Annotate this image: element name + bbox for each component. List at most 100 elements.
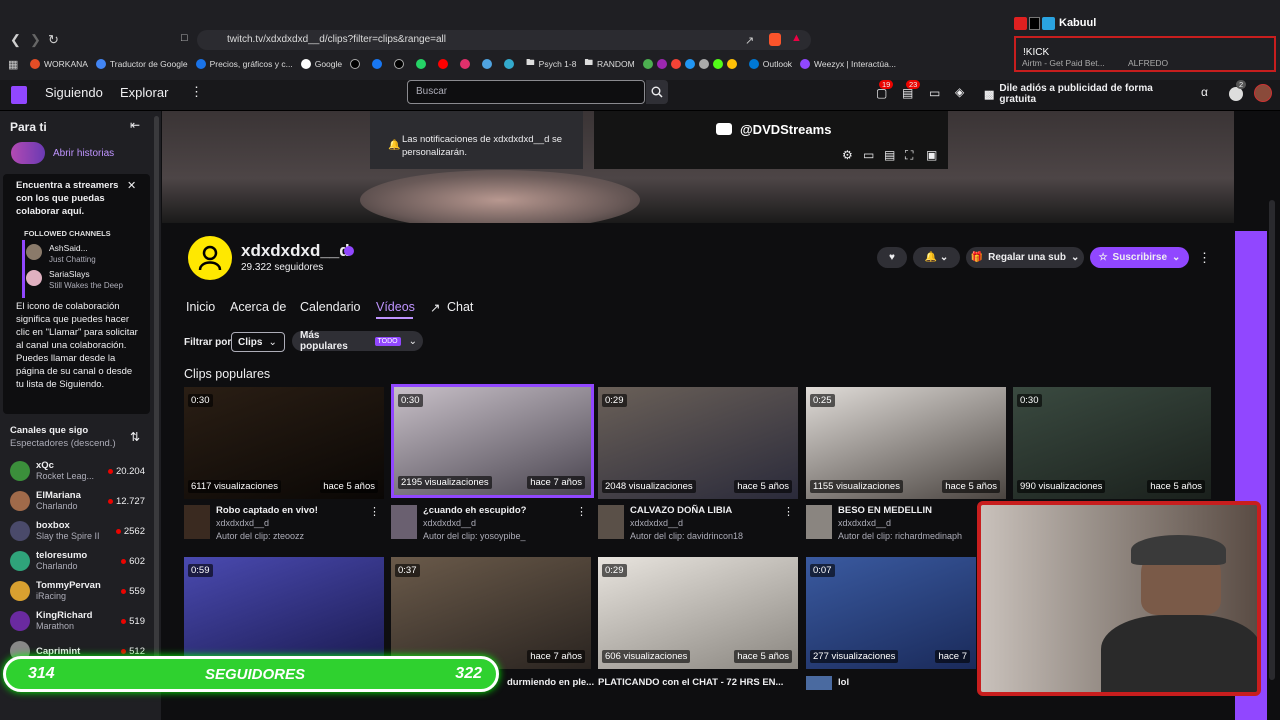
share-icon[interactable]: ↗ — [745, 34, 754, 47]
airtm-bookmark[interactable]: Airtm - Get Paid Bet... — [1022, 58, 1105, 68]
collapse-sidebar-icon[interactable]: ⇤ — [130, 118, 140, 132]
clip-channel[interactable]: xdxdxdxd__d — [423, 518, 476, 528]
alfredo-bookmark[interactable]: ALFREDO — [1128, 58, 1168, 68]
bookmark-misc[interactable] — [482, 59, 496, 69]
brave-shield-icon[interactable] — [769, 33, 781, 46]
gift-sub-button[interactable]: 🎁 Regalar una sub ⌄ — [966, 247, 1084, 268]
clip-thumbnail[interactable]: 0:59 — [184, 557, 384, 669]
follow-button[interactable]: ♥ — [877, 247, 907, 268]
clip-game-thumb[interactable] — [806, 676, 832, 690]
bookmark-instagram[interactable] — [460, 59, 474, 69]
bookmark-workana[interactable]: WORKANA — [30, 59, 88, 69]
clip-game-thumb[interactable] — [806, 505, 832, 539]
theatre-icon[interactable]: ▭ — [863, 148, 874, 162]
reload-icon[interactable]: ↻ — [48, 32, 59, 48]
search-input[interactable]: Buscar — [407, 80, 645, 104]
clip-title[interactable]: lol — [838, 677, 849, 688]
clip-thumbnail[interactable]: 0:29 2048 visualizaciones hace 5 años — [598, 387, 798, 499]
clip-game-thumb[interactable] — [184, 505, 210, 539]
chat-bubble-icon[interactable]: ▭ — [929, 86, 940, 100]
clip-channel[interactable]: xdxdxdxd__d — [216, 518, 269, 528]
bookmark-google[interactable]: Google — [300, 59, 342, 69]
more-icon[interactable]: ⋮ — [190, 84, 203, 100]
sidebar-channel-boxbox[interactable]: boxbox Slay the Spire II 2562 — [0, 516, 161, 546]
tab-home[interactable]: Inicio — [186, 300, 215, 314]
clip-title[interactable]: PLATICANDO con el CHAT - 72 HRS EN... — [598, 677, 783, 688]
twitch-logo-icon[interactable] — [11, 86, 27, 104]
bookmark-weezyx[interactable]: Weezyx | Interactúa... — [800, 59, 896, 69]
viewer-count: 20.204 — [115, 465, 145, 477]
search-button[interactable] — [646, 80, 668, 104]
close-tip-icon[interactable]: ✕ — [127, 179, 136, 192]
filter-type-select[interactable]: Clips ⌄ — [231, 332, 285, 352]
bookmark-facebook[interactable] — [372, 59, 386, 69]
sidebar-channel-elmariana[interactable]: ElMariana Charlando 12.727 — [0, 486, 161, 516]
stories-avatars[interactable] — [11, 142, 45, 164]
address-bar[interactable]: twitch.tv/xdxdxdxd__d/clips?filter=clips… — [197, 30, 811, 50]
fullscreen-icon[interactable]: ⛶ — [905, 148, 913, 163]
forward-icon[interactable]: ❯ — [30, 32, 41, 48]
tab-chat[interactable]: Chat — [447, 300, 473, 314]
tab-about[interactable]: Acerca de — [230, 300, 286, 314]
tab-videos[interactable]: Vídeos — [376, 300, 415, 314]
sidebar-channel-kingrichard[interactable]: KingRichard Marathon 519 — [0, 606, 161, 636]
browse-link[interactable]: Explorar — [120, 85, 168, 100]
bookmark-icons[interactable] — [642, 59, 741, 69]
notifications-icon[interactable] — [1229, 87, 1243, 101]
subscribe-button[interactable]: ☆ Suscribirse ⌄ — [1090, 247, 1189, 268]
clip-title[interactable]: BESO EN MEDELLIN — [838, 505, 932, 516]
bookmark-x[interactable] — [394, 59, 408, 69]
clip-channel[interactable]: xdxdxdxd__d — [630, 518, 683, 528]
bookmark-tiktok[interactable] — [350, 59, 364, 69]
more-options-icon[interactable]: ⋮ — [1198, 250, 1211, 266]
sort-icon[interactable]: ⇅ — [130, 430, 140, 444]
clip-thumbnail[interactable]: 0:30 990 visualizaciones hace 5 años — [1013, 387, 1211, 499]
back-icon[interactable]: ❮ — [10, 32, 21, 48]
more-options-icon[interactable]: ⋮ — [783, 505, 794, 518]
clip-thumbnail[interactable]: 0:30 6117 visualizaciones hace 5 años — [184, 387, 384, 499]
cast-icon[interactable]: ▤ — [884, 148, 895, 162]
clip-game-thumb[interactable] — [598, 505, 624, 539]
crown-icon[interactable]: ◈ — [955, 85, 964, 99]
more-options-icon[interactable]: ⋮ — [576, 505, 587, 518]
clip-thumbnail[interactable]: 0:30 2195 visualizaciones hace 7 años — [391, 384, 594, 498]
clip-title[interactable]: CALVAZO DOÑA LIBIA — [630, 505, 732, 516]
sidebar-channel-teloresumo[interactable]: teloresumo Charlando 602 — [0, 546, 161, 576]
bookmark-icon[interactable]: □ — [181, 32, 188, 44]
brave-rewards-icon[interactable]: ▲ — [791, 32, 802, 44]
tab-schedule[interactable]: Calendario — [300, 300, 360, 314]
bookmark-outlook[interactable]: Outlook — [748, 59, 792, 69]
clip-game-thumb[interactable] — [391, 505, 417, 539]
more-options-icon[interactable]: ⋮ — [369, 505, 380, 518]
pip-icon[interactable]: ▣ — [926, 148, 937, 162]
channel-avatar[interactable] — [188, 236, 232, 280]
open-stories-link[interactable]: Abrir historias — [53, 148, 114, 159]
clip-thumbnail[interactable]: 0:37 hace 7 años — [391, 557, 591, 669]
translate-icon[interactable]: α — [1201, 85, 1208, 99]
settings-icon[interactable]: ⚙ — [842, 148, 853, 162]
clip-title[interactable]: durmiendo en ple... — [507, 677, 594, 688]
clip-thumbnail[interactable]: 0:25 1155 visualizaciones hace 5 años — [806, 387, 1006, 499]
ad-free-button[interactable]: ▩ Dile adiós a publicidad de forma gratu… — [978, 83, 1188, 105]
clip-title[interactable]: ¿cuando eh escupido? — [423, 505, 526, 516]
clip-title[interactable]: Robo captado en vivo! — [216, 505, 318, 516]
sidebar-scrollbar[interactable] — [154, 116, 159, 676]
sidebar-channel-xqc[interactable]: xQc Rocket Leag... 20.204 — [0, 456, 161, 486]
bookmark-misc2[interactable] — [504, 59, 518, 69]
clip-thumbnail[interactable]: 0:07 277 visualizaciones hace 7 — [806, 557, 976, 669]
page-scrollbar[interactable] — [1269, 200, 1275, 680]
following-link[interactable]: Siguiendo — [45, 85, 103, 100]
sidebar-channel-tommypervan[interactable]: TommyPervan iRacing 559 — [0, 576, 161, 606]
bookmark-prices[interactable]: Precios, gráficos y c... — [195, 59, 293, 69]
notification-settings-button[interactable]: 🔔 ⌄ — [913, 247, 960, 268]
clip-channel[interactable]: xdxdxdxd__d — [838, 518, 891, 528]
bookmark-youtube[interactable] — [438, 59, 452, 69]
bookmark-translate[interactable]: Traductor de Google — [95, 59, 188, 69]
bookmark-whatsapp[interactable] — [416, 59, 430, 69]
user-avatar[interactable] — [1254, 84, 1272, 102]
clip-thumbnail[interactable]: 0:29 606 visualizaciones hace 5 años — [598, 557, 798, 669]
mini-player[interactable]: @DVDStreams ⚙ ▭ ▤ ⛶ ▣ — [594, 111, 948, 169]
bookmark-folder-random[interactable]: 🖿 RANDOM — [584, 57, 634, 71]
sort-select[interactable]: Más populares TODO ⌄ — [292, 330, 423, 352]
bookmark-folder-psych[interactable]: 🖿 Psych 1-8 — [526, 57, 576, 71]
